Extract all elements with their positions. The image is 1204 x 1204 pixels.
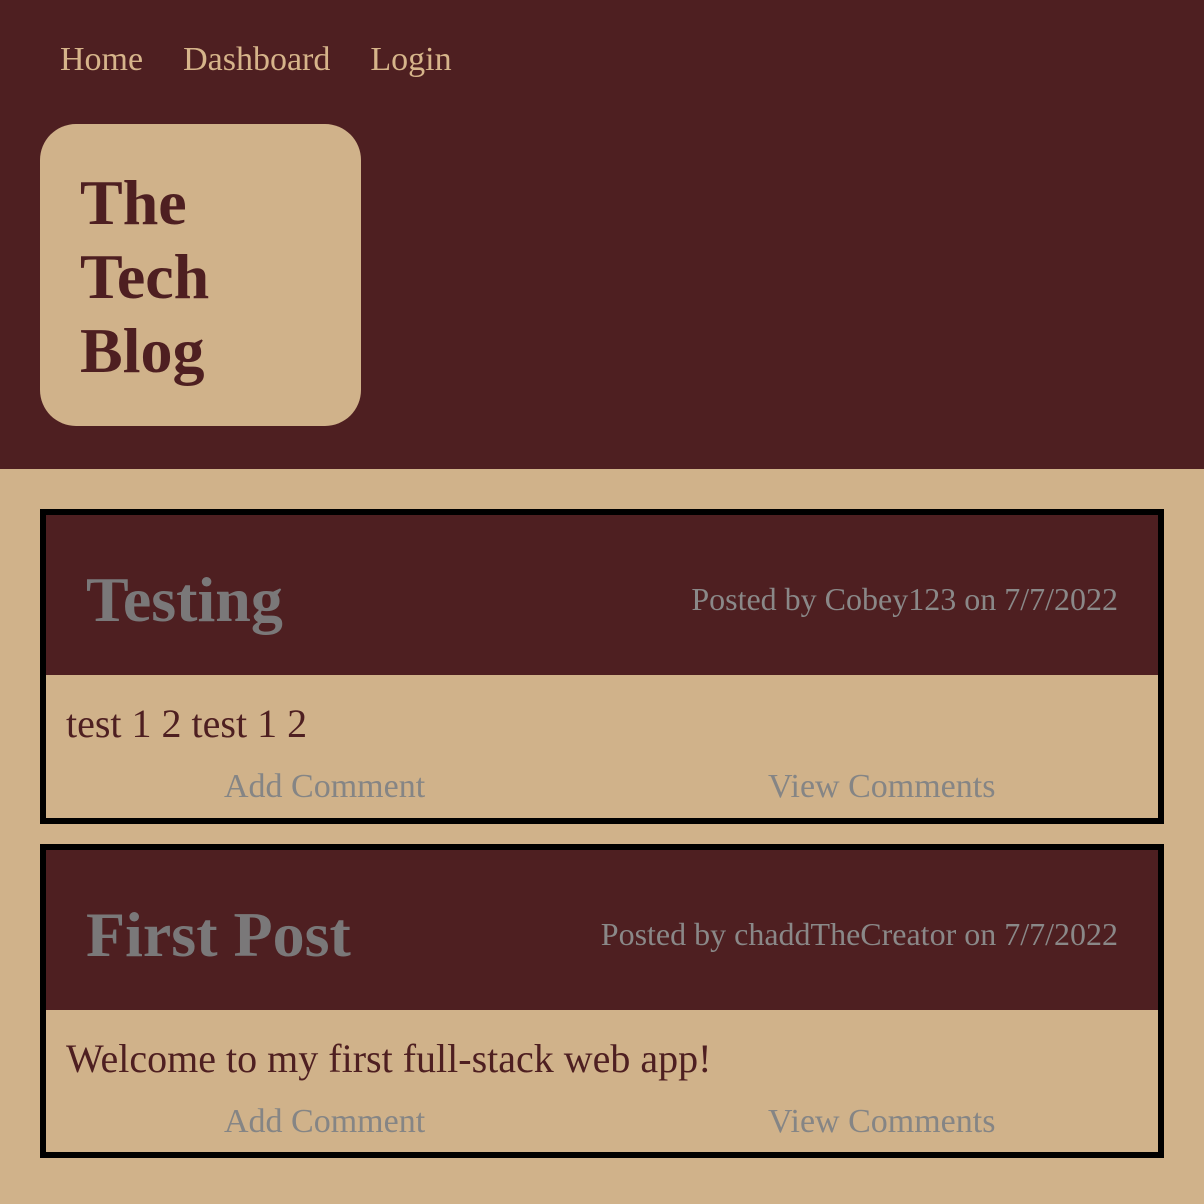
brand-box: The Tech Blog [40,124,361,426]
post-meta: Posted by chaddTheCreator on 7/7/2022 [600,916,1118,952]
site-title: The Tech Blog [80,166,280,388]
post-actions: Add Comment View Comments [46,765,1158,809]
post-title[interactable]: First Post [86,900,351,970]
add-comment-link[interactable]: Add Comment [224,765,425,809]
post-actions: Add Comment View Comments [46,1100,1158,1144]
post-header: Testing Posted by Cobey123 on 7/7/2022 [46,515,1158,675]
nav-login-link[interactable]: Login [370,38,451,82]
nav-dashboard-link[interactable]: Dashboard [183,38,330,82]
site-title-line-2: Tech [80,241,210,312]
nav-home-link[interactable]: Home [60,38,143,82]
site-title-line-1: The [80,167,187,238]
post-title[interactable]: Testing [86,565,283,635]
view-comments-link[interactable]: View Comments [768,1100,995,1144]
top-nav: Home Dashboard Login [60,38,452,82]
post-body: Welcome to my first full-stack web app! [66,1036,712,1081]
post-card: First Post Posted by chaddTheCreator on … [40,844,1164,1158]
add-comment-link[interactable]: Add Comment [224,1100,425,1144]
view-comments-link[interactable]: View Comments [768,765,995,809]
post-body: test 1 2 test 1 2 [66,701,308,746]
post-card: Testing Posted by Cobey123 on 7/7/2022 t… [40,509,1164,824]
post-meta: Posted by Cobey123 on 7/7/2022 [691,581,1118,617]
site-title-line-3: Blog [80,315,205,386]
site-header: Home Dashboard Login The Tech Blog [0,0,1204,469]
post-header: First Post Posted by chaddTheCreator on … [46,850,1158,1010]
